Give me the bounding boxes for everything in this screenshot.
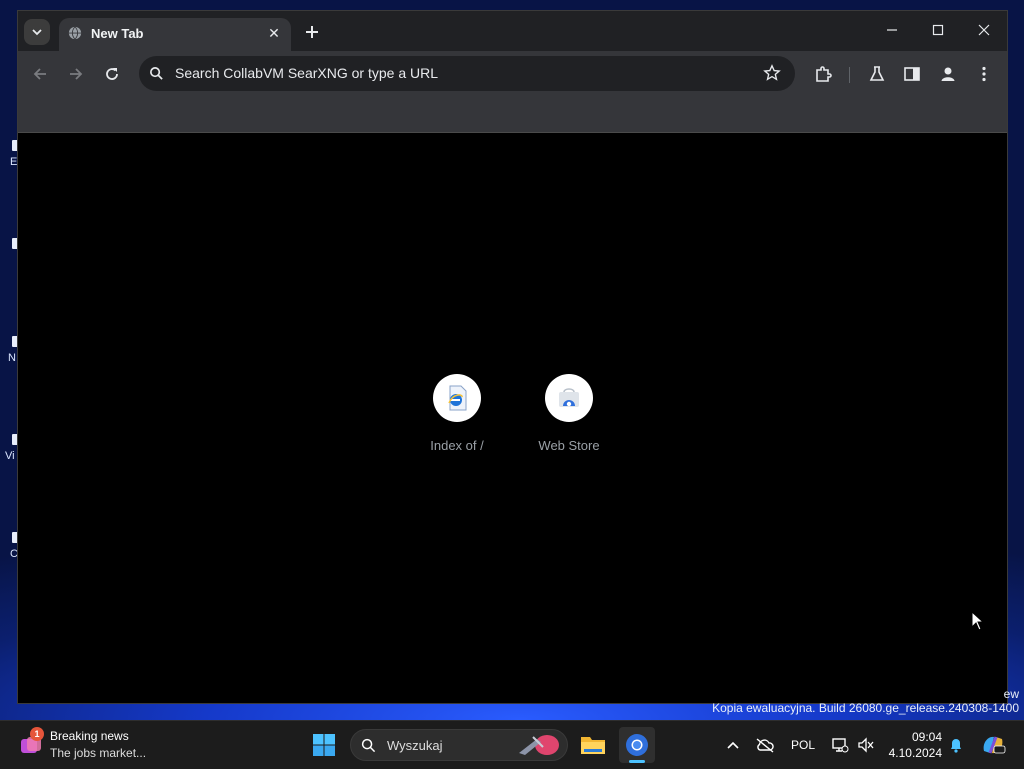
copilot-button[interactable]	[978, 735, 1008, 755]
plus-icon	[306, 26, 318, 38]
system-clock[interactable]: 09:04 4.10.2024	[880, 729, 942, 761]
profile-button[interactable]	[937, 63, 959, 85]
desktop-icon-3[interactable]: N	[0, 336, 18, 364]
side-panel-icon	[904, 67, 920, 81]
chrome-icon	[626, 734, 648, 756]
news-subtitle: The jobs market...	[50, 746, 147, 760]
address-bar-placeholder: Search CollabVM SearXNG or type a URL	[175, 65, 438, 81]
language-indicator[interactable]: POL	[788, 735, 818, 755]
labs-button[interactable]	[866, 63, 888, 85]
minimize-button[interactable]	[870, 15, 914, 45]
side-panel-button[interactable]	[901, 63, 923, 85]
toolbar-separator	[849, 67, 850, 83]
taskbar-search[interactable]: Wyszukaj	[350, 729, 568, 761]
reload-icon	[106, 68, 118, 80]
cloud-off-icon	[756, 738, 774, 753]
file-explorer-button[interactable]	[575, 727, 611, 763]
desktop-icon-4[interactable]: Vi	[0, 434, 18, 462]
browser-window: New Tab ✕ Search CollabVM SearXNG or typ…	[17, 10, 1008, 704]
bell-icon	[951, 739, 961, 753]
shortcut-index-of[interactable]: Index of /	[412, 374, 502, 453]
search-icon	[150, 67, 163, 80]
chevron-down-icon	[32, 29, 42, 36]
folder-icon	[581, 737, 605, 754]
reload-button[interactable]	[99, 61, 125, 87]
arrow-right-icon	[70, 68, 83, 80]
globe-icon	[68, 26, 82, 40]
more-vertical-icon	[982, 66, 986, 82]
tab-title: New Tab	[91, 26, 144, 41]
watermark-fragment: ew	[1003, 687, 1019, 701]
arrow-left-icon	[33, 68, 46, 80]
forward-button[interactable]	[63, 61, 89, 87]
address-bar[interactable]: Search CollabVM SearXNG or type a URL	[139, 56, 795, 91]
tab-search-button[interactable]	[24, 19, 50, 45]
puzzle-icon	[816, 66, 832, 82]
menu-button[interactable]	[973, 63, 995, 85]
monitor-network-icon	[832, 738, 849, 753]
web-store-icon	[559, 388, 579, 407]
shortcut-web-store[interactable]: Web Store	[524, 374, 614, 453]
bookmark-bar	[18, 97, 1007, 133]
new-tab-button[interactable]	[301, 21, 323, 43]
desktop-icon-5[interactable]: C	[0, 532, 18, 560]
maximize-button[interactable]	[916, 15, 960, 45]
taskbar-search-placeholder: Wyszukaj	[387, 738, 443, 753]
active-app-indicator	[629, 760, 645, 763]
onedrive-status[interactable]	[754, 735, 776, 755]
desktop-icon-label: N	[8, 352, 16, 364]
tab-new-tab[interactable]: New Tab ✕	[59, 18, 291, 51]
flask-icon	[869, 66, 885, 81]
shortcut-label: Web Store	[538, 438, 600, 453]
bookmark-star-icon[interactable]	[763, 64, 781, 82]
taskbar: 1 Breaking news The jobs market... Wyszu…	[0, 720, 1024, 769]
person-icon	[941, 67, 955, 81]
tab-strip: New Tab ✕	[18, 11, 1007, 51]
desktop-icon-2[interactable]	[0, 238, 18, 249]
clock-date: 4.10.2024	[888, 746, 942, 760]
notifications-button[interactable]	[946, 735, 966, 755]
extensions-button[interactable]	[812, 63, 834, 85]
mouse-cursor-icon	[971, 611, 985, 631]
volume-status[interactable]	[855, 735, 877, 755]
shortcut-icon-circle	[545, 374, 593, 422]
chevron-up-icon	[727, 741, 739, 749]
maximize-icon	[932, 24, 944, 36]
new-tab-page: Index of / Web Store	[18, 133, 1007, 703]
show-hidden-icons-button[interactable]	[724, 735, 742, 755]
search-highlight-icon	[519, 735, 559, 755]
shortcut-label: Index of /	[430, 438, 484, 453]
search-icon	[361, 738, 376, 753]
news-badge: 1	[30, 727, 44, 741]
chrome-taskbar-button[interactable]	[619, 727, 655, 763]
clock-time: 09:04	[911, 730, 942, 744]
back-button[interactable]	[27, 61, 53, 87]
close-icon	[978, 24, 990, 36]
network-status[interactable]	[829, 735, 851, 755]
shortcut-icon-circle	[433, 374, 481, 422]
evaluation-watermark: Kopia ewaluacyjna. Build 26080.ge_releas…	[712, 701, 1019, 715]
browser-toolbar: Search CollabVM SearXNG or type a URL	[18, 51, 1007, 97]
news-title: Breaking news	[50, 729, 129, 743]
minimize-icon	[887, 29, 897, 31]
windows-start-icon[interactable]	[313, 734, 335, 756]
close-window-button[interactable]	[962, 15, 1006, 45]
speaker-muted-icon	[858, 737, 874, 753]
desktop-icon-1[interactable]: E	[0, 140, 18, 168]
ie-document-icon	[448, 385, 467, 411]
desktop-icon-label: Vi	[5, 450, 15, 462]
close-tab-icon[interactable]: ✕	[265, 24, 283, 42]
copilot-icon	[983, 736, 1006, 754]
